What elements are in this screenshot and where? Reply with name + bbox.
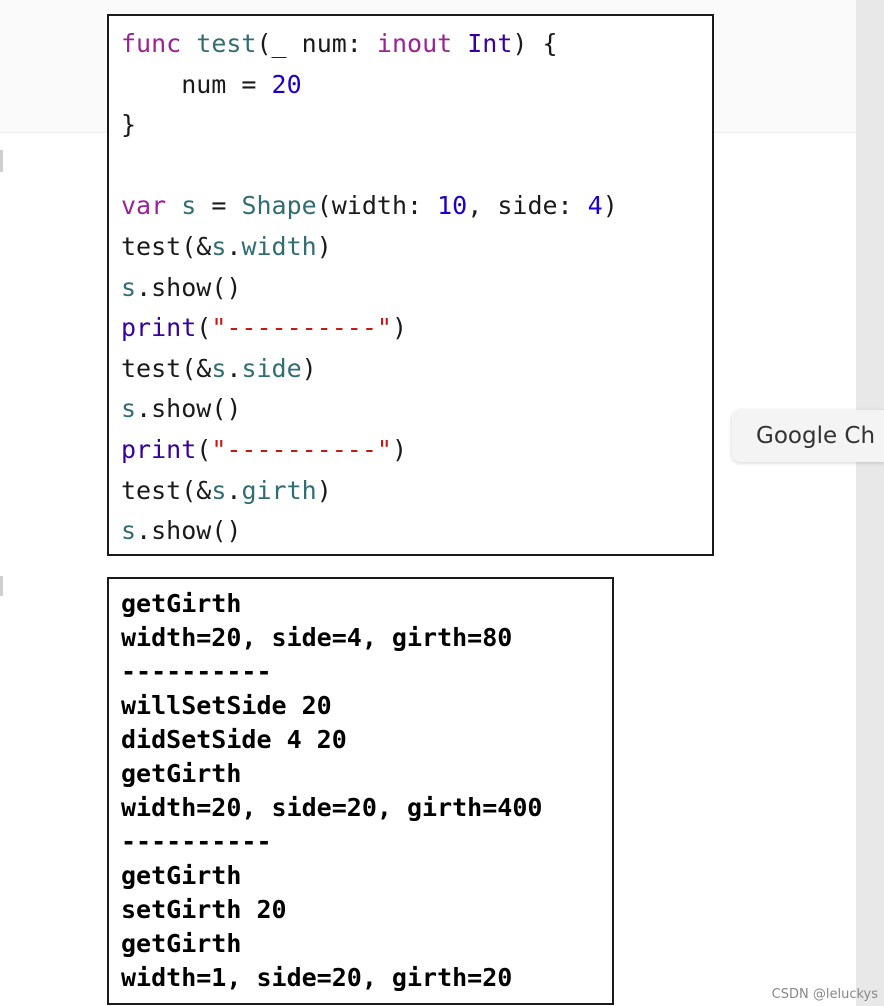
method-call: show [151, 272, 212, 302]
code-text: } [121, 110, 137, 140]
code-line: s.show() [121, 511, 712, 552]
code-line: var s = Shape(width: 10, side: 4) [121, 186, 712, 227]
code-line: s.show() [121, 268, 712, 309]
type-name: Shape [241, 191, 317, 221]
code-text: . [136, 272, 152, 302]
function-call: print [121, 313, 197, 343]
code-line: func test(_ num: inout Int) { [121, 24, 712, 65]
property-name: side [241, 353, 302, 383]
function-call: test [121, 231, 182, 261]
output-line: setGirth 20 [121, 895, 287, 924]
csdn-watermark: CSDN @leluckys [771, 987, 878, 1002]
code-text: () [211, 272, 242, 302]
code-text: . [226, 475, 242, 505]
code-text: ) [316, 475, 332, 505]
code-text: ( [196, 313, 212, 343]
variable-name: s [181, 191, 197, 221]
code-line: print("----------") [121, 308, 712, 349]
code-text: . [136, 516, 152, 546]
property-name: girth [241, 475, 317, 505]
code-text: (& [181, 231, 212, 261]
code-line: test(&s.width) [121, 227, 712, 268]
function-call: test [121, 353, 182, 383]
variable-name: s [211, 475, 227, 505]
code-line: num = 20 [121, 65, 712, 106]
code-text: . [136, 394, 152, 424]
property-name: width [241, 231, 317, 261]
number-literal: 4 [587, 191, 603, 221]
string-literal: "----------" [211, 313, 392, 343]
code-text: = [196, 191, 242, 221]
code-line: s.show() [121, 389, 712, 430]
output-line: getGirth [121, 759, 242, 788]
string-literal: "----------" [211, 434, 392, 464]
code-text: ( [196, 434, 212, 464]
code-line: print("----------") [121, 430, 712, 471]
output-line: ---------- [121, 657, 272, 686]
code-text: ) [301, 353, 317, 383]
output-line: getGirth [121, 861, 242, 890]
function-call: test [121, 475, 182, 505]
keyword: func [121, 29, 182, 58]
code-text: ) [391, 313, 408, 343]
number-literal: 10 [437, 191, 468, 221]
console-output-block: getGirth width=20, side=4, girth=80 ----… [107, 577, 614, 1005]
type-name: Int [467, 29, 513, 58]
code-line: } [121, 105, 712, 146]
variable-name: s [121, 272, 137, 302]
edge-marker [0, 150, 3, 172]
code-text: (_ num: [256, 29, 377, 58]
output-line: willSetSide 20 [121, 691, 332, 720]
output-line: ---------- [121, 827, 272, 856]
code-text: . [226, 231, 242, 261]
code-text: () [211, 516, 242, 546]
output-line: width=20, side=20, girth=400 [121, 793, 543, 822]
function-name: test [196, 29, 257, 58]
code-text: ) [602, 191, 618, 221]
code-text: . [226, 353, 242, 383]
code-text: (& [181, 353, 212, 383]
code-text: ) { [512, 29, 558, 58]
google-chrome-tooltip[interactable]: Google Ch [732, 410, 884, 462]
code-text: (& [181, 475, 212, 505]
variable-name: s [211, 231, 227, 261]
output-line: width=20, side=4, girth=80 [121, 623, 513, 652]
code-text: (width: [316, 191, 438, 221]
output-line: getGirth [121, 929, 242, 958]
function-call: print [121, 434, 197, 464]
output-line: getGirth [121, 589, 242, 618]
code-text: ) [391, 434, 408, 464]
variable-name: s [121, 394, 137, 424]
code-line: test(&s.side) [121, 349, 712, 390]
variable-name: s [121, 516, 137, 546]
method-call: show [151, 516, 212, 546]
browser-scrollbar[interactable] [856, 0, 884, 1006]
code-text: () [211, 394, 242, 424]
code-line: test(&s.girth) [121, 471, 712, 512]
code-text: , side: [467, 191, 588, 221]
code-text: num = [121, 69, 272, 99]
method-call: show [151, 394, 212, 424]
code-text: ) [316, 231, 332, 261]
output-line: width=1, side=20, girth=20 [121, 963, 513, 992]
edge-marker [0, 576, 3, 596]
swift-code-block: func test(_ num: inout Int) { num = 20 }… [107, 14, 714, 556]
output-line: didSetSide 4 20 [121, 725, 347, 754]
variable-name: s [211, 353, 227, 383]
keyword: inout [376, 29, 453, 58]
keyword: var [121, 191, 167, 221]
number-literal: 20 [271, 69, 302, 99]
